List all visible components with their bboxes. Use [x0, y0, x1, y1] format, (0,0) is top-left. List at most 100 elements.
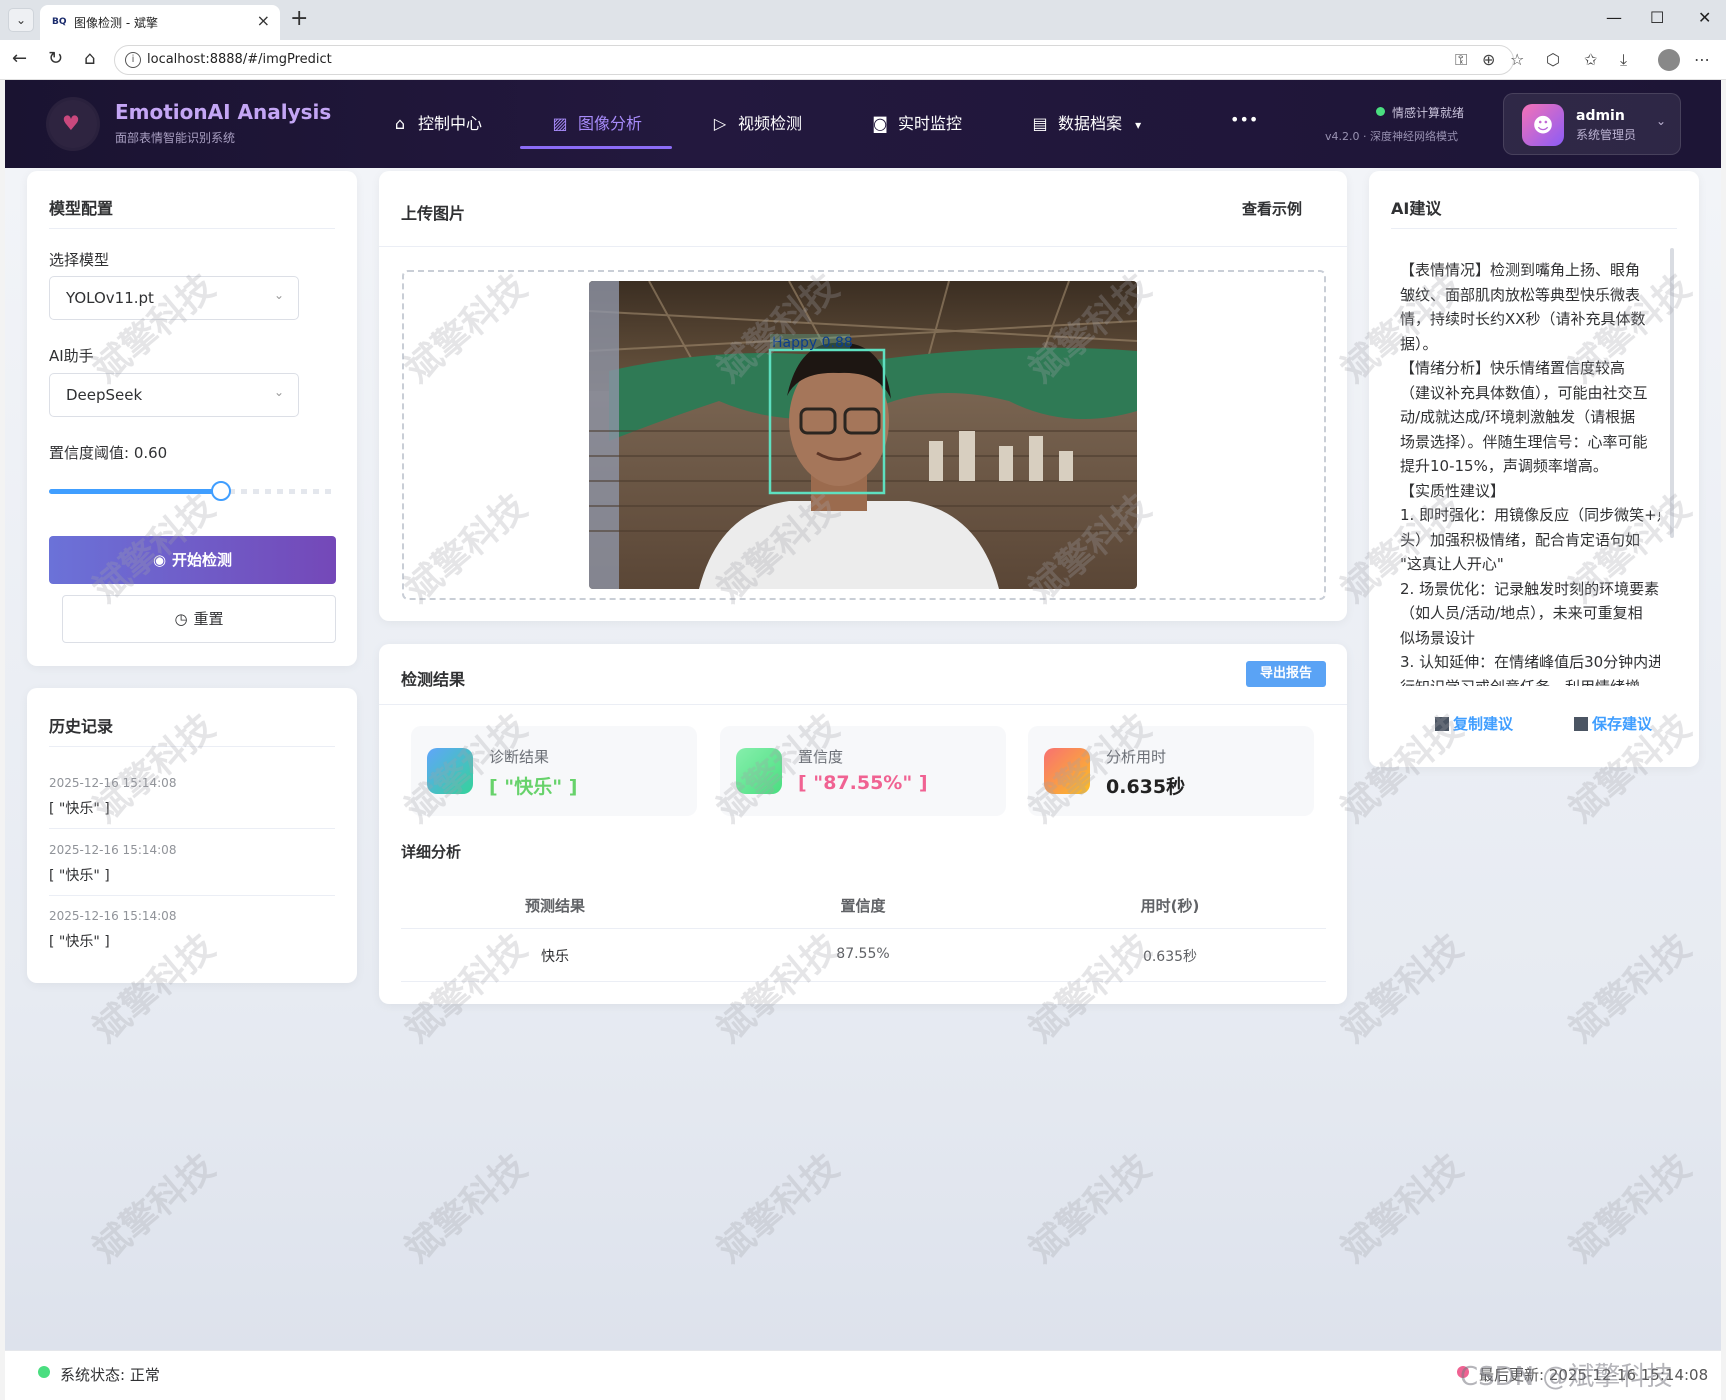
table-cell: 快乐	[541, 949, 569, 965]
profile-avatar[interactable]	[1658, 49, 1680, 71]
user-name: admin	[1576, 108, 1625, 124]
start-detection-button[interactable]: ◉ 开始检测	[49, 536, 336, 584]
nav-dashboard[interactable]: ⌂ 控制中心	[390, 110, 482, 140]
copy-advice-button[interactable]: 复制建议	[1435, 713, 1513, 734]
table-header: 置信度	[840, 897, 886, 915]
user-role: 系统管理员	[1576, 128, 1637, 142]
stat-diagnosis: 诊断结果 [ "快乐" ]	[411, 726, 697, 816]
extensions-icon[interactable]: ⬡	[1546, 50, 1560, 69]
reload-icon[interactable]: ↻	[48, 48, 63, 69]
favorite-star-icon[interactable]: ☆	[1510, 50, 1524, 69]
divider	[49, 228, 335, 229]
tab-favicon: BQ	[52, 17, 67, 27]
divider	[379, 704, 1347, 705]
threshold-slider-thumb[interactable]	[210, 481, 231, 501]
more-menu-icon[interactable]: ⋯	[1694, 50, 1710, 69]
model-select[interactable]: YOLOv11.pt ⌄	[49, 276, 299, 320]
tab-list-chevron-icon[interactable]: ⌄	[8, 8, 34, 32]
copy-icon	[1435, 717, 1449, 731]
home-icon[interactable]: ⌂	[84, 48, 95, 69]
table-divider	[401, 928, 1326, 929]
system-status: 系统状态: 正常	[60, 1366, 160, 1384]
active-nav-indicator	[520, 146, 672, 149]
history-time: 2025-12-16 15:14:08	[49, 909, 177, 923]
ai-advice-text: 【表情情况】检测到嘴角上扬、眼角 皱纹、面部肌肉放松等典型快乐微表 情，持续时长约X…	[1400, 258, 1660, 686]
ai-advice-line: 据）。	[1400, 334, 1438, 353]
ai-advice-line: （建议补充具体数值），可能由社交互	[1400, 383, 1648, 402]
ai-assistant-select[interactable]: DeepSeek ⌄	[49, 373, 299, 417]
save-advice-button[interactable]: 保存建议	[1574, 713, 1652, 734]
zoom-icon[interactable]: ⊕	[1482, 50, 1495, 69]
document-icon: ▤	[1032, 114, 1048, 133]
timer-icon	[1044, 748, 1090, 794]
reset-button[interactable]: ◷ 重置	[62, 595, 336, 643]
new-tab-icon[interactable]: +	[290, 6, 308, 31]
ai-advice-line: 似场景设计	[1400, 628, 1476, 647]
back-icon[interactable]: ←	[12, 48, 27, 69]
ai-select-value: DeepSeek	[66, 386, 143, 404]
divider	[49, 828, 335, 829]
model-config-card	[27, 171, 357, 666]
reset-label: 重置	[193, 610, 224, 628]
browser-tab[interactable]: BQ 图像检测 - 斌擎 ×	[40, 5, 280, 40]
ai-advice-line: 3. 认知延伸：在情绪峰值后30分钟内进	[1400, 653, 1660, 671]
chevron-down-icon: ▾	[1135, 118, 1142, 132]
chevron-down-icon: ⌄	[1656, 114, 1667, 128]
url-field[interactable]: i localhost:8888/#/imgPredict	[114, 45, 1514, 75]
image-icon: ▨	[552, 114, 568, 133]
view-example-link[interactable]: 查看示例	[1242, 198, 1302, 219]
url-text: localhost:8888/#/imgPredict	[147, 52, 332, 67]
nav-realtime-monitor[interactable]: ◙ 实时监控	[870, 110, 962, 140]
play-icon: ▷	[713, 114, 727, 133]
address-bar: ← ↻ ⌂ i localhost:8888/#/imgPredict ⚿ ⊕ …	[0, 40, 1726, 80]
ai-advice-line: 情，持续时长约XX秒（请补充具体数	[1400, 310, 1646, 328]
export-report-button[interactable]: 导出报告	[1246, 661, 1326, 687]
ai-advice-line: "这真让人开心"	[1400, 555, 1504, 573]
detection-label: Happy 0.88	[772, 335, 853, 351]
engine-status: 情感计算就绪	[1392, 106, 1465, 120]
history-value[interactable]: [ "快乐" ]	[49, 865, 110, 885]
logo: ♥	[49, 100, 97, 148]
stat-value: 0.635秒	[1106, 776, 1186, 798]
status-indicator	[1376, 107, 1385, 116]
user-avatar-icon: ☻	[1522, 104, 1564, 146]
system-status-indicator	[38, 1366, 50, 1378]
nav-image-analysis[interactable]: ▨ 图像分析	[550, 110, 642, 140]
ai-advice-line: 提升10-15%，声调频率增高。	[1400, 457, 1608, 475]
ai-advice-line: （如人员/活动/地点），未来可重复相	[1400, 604, 1643, 622]
nav-label: 控制中心	[418, 114, 483, 133]
nav-label: 数据档案	[1058, 114, 1123, 133]
user-menu[interactable]: ☻ admin 系统管理员 ⌄	[1503, 93, 1681, 155]
ai-advice-line: 1. 即时强化：用镜像反应（同步微笑+点	[1400, 506, 1660, 524]
upload-title: 上传图片	[401, 204, 466, 223]
minimize-icon[interactable]: —	[1606, 8, 1622, 27]
site-info-icon[interactable]: i	[125, 52, 141, 68]
download-icon[interactable]: ⤓	[1620, 50, 1627, 70]
nav-data-archive[interactable]: ▤ 数据档案 ▾	[1030, 110, 1141, 140]
stat-label: 分析用时	[1106, 748, 1167, 766]
browser-tab-bar: ⌄ BQ 图像检测 - 斌擎 × + — ☐ ✕	[0, 0, 1726, 40]
save-icon	[1574, 717, 1588, 731]
history-time: 2025-12-16 15:14:08	[49, 843, 177, 857]
maximize-icon[interactable]: ☐	[1650, 8, 1664, 27]
history-value[interactable]: [ "快乐" ]	[49, 798, 110, 818]
ai-advice-line: 【情绪分析】快乐情绪置信度较高	[1400, 359, 1626, 377]
detail-analysis-title: 详细分析	[401, 843, 462, 861]
nav-more[interactable]: •••	[1230, 110, 1258, 140]
ai-advice-line: 场景选择）。伴随生理信号：心率可能	[1400, 432, 1648, 451]
ai-advice-scrollbar[interactable]	[1670, 248, 1674, 538]
table-divider	[401, 981, 1326, 982]
history-title: 历史记录	[49, 717, 114, 736]
tab-close-icon[interactable]: ×	[257, 11, 270, 30]
favorites-icon[interactable]: ✩	[1584, 50, 1597, 69]
history-value[interactable]: [ "快乐" ]	[49, 931, 110, 951]
target-icon: ◉	[152, 551, 167, 569]
stat-label: 诊断结果	[489, 748, 550, 766]
results-title: 检测结果	[401, 670, 466, 689]
close-window-icon[interactable]: ✕	[1698, 8, 1711, 27]
key-icon[interactable]: ⚿	[1455, 50, 1467, 70]
copy-advice-label: 复制建议	[1453, 715, 1514, 733]
diagnosis-icon	[427, 748, 473, 794]
nav-video-detection[interactable]: ▷ 视频检测	[710, 110, 802, 140]
threshold-label: 置信度阈值: 0.60	[49, 444, 168, 462]
